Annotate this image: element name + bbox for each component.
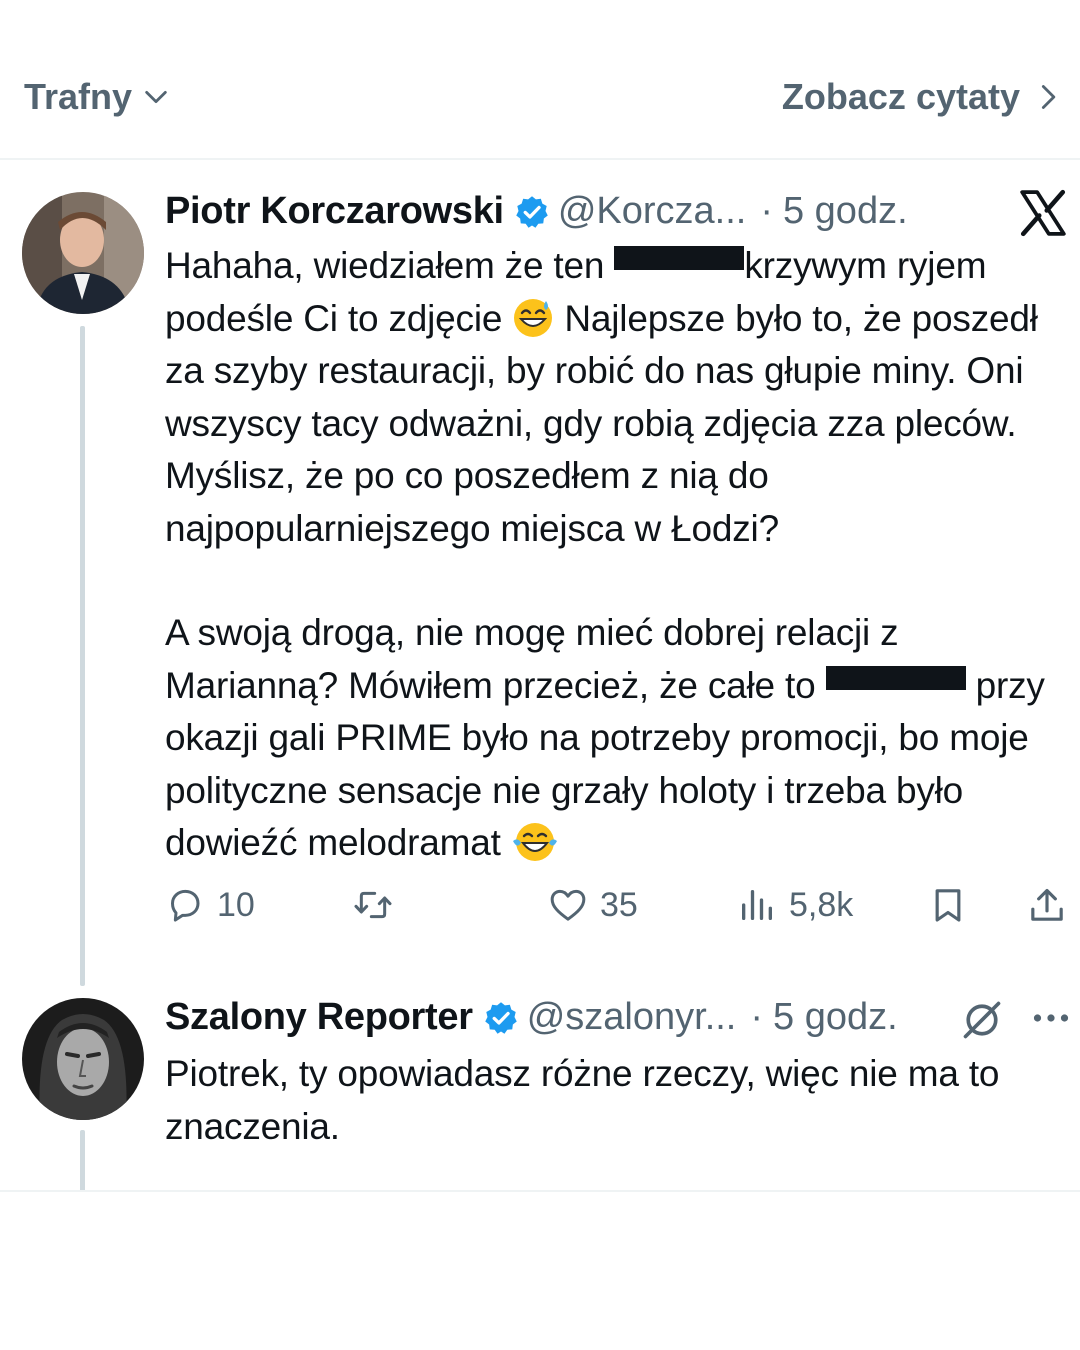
redaction-bar	[614, 246, 745, 270]
author-name[interactable]: Piotr Korczarowski	[165, 190, 504, 233]
separator-dot: ·	[750, 996, 764, 1038]
author-handle[interactable]: @Korcza...	[558, 190, 747, 233]
like-count: 35	[600, 885, 638, 924]
retweet-button[interactable]	[353, 885, 405, 925]
tweet-text-segment: Piotrek, ty opowiadasz różne rzeczy, wię…	[165, 1053, 1000, 1147]
author-handle[interactable]: @szalonyr...	[527, 996, 737, 1039]
like-button[interactable]: 35	[548, 885, 638, 925]
thread-line	[80, 326, 85, 986]
sort-label: Trafny	[24, 76, 133, 117]
retweet-icon	[354, 891, 392, 919]
separator-dot: ·	[760, 190, 773, 232]
reply-count: 10	[217, 885, 255, 924]
more-dots-icon[interactable]	[1030, 1000, 1072, 1036]
chevron-down-icon	[145, 90, 167, 104]
views-button[interactable]: 5,8k	[737, 885, 853, 925]
tweet-text-segment: Hahaha, wiedziałem że ten	[165, 245, 615, 286]
sort-dropdown[interactable]: Trafny	[24, 76, 170, 118]
author-name[interactable]: Szalony Reporter	[165, 996, 473, 1039]
avatar[interactable]	[22, 998, 144, 1120]
redaction-bar	[825, 665, 966, 690]
reply-bubble-icon	[171, 889, 200, 922]
replies-top-bar: Trafny Zobacz cytaty	[0, 0, 1080, 160]
views-bars-icon	[742, 890, 772, 920]
tweet-text-segment: A swoją drogą, nie mogę mieć dobrej rela…	[165, 612, 899, 706]
bookmark-icon	[935, 889, 961, 922]
grinning-sweat-emoji-icon	[514, 298, 553, 337]
tweet-paragraph: A swoją drogą, nie mogę mieć dobrej rela…	[165, 607, 1070, 870]
view-quotes-label: Zobacz cytaty	[781, 76, 1020, 117]
grok-icon[interactable]	[960, 998, 1004, 1042]
avatar-photo	[22, 998, 144, 1120]
divider	[0, 1190, 1080, 1192]
verified-badge-icon	[516, 195, 548, 228]
view-quotes-link[interactable]: Zobacz cytaty	[782, 76, 1062, 118]
views-count: 5,8k	[789, 885, 854, 924]
avatar[interactable]	[22, 192, 144, 314]
verified-badge-icon	[484, 1001, 517, 1034]
timestamp[interactable]: 5 godz.	[783, 190, 908, 233]
tweet-text: Piotrek, ty opowiadasz różne rzeczy, wię…	[165, 1048, 1070, 1153]
avatar-photo	[22, 192, 144, 314]
chevron-right-icon	[1041, 85, 1056, 109]
x-logo-icon	[1020, 189, 1066, 237]
tweet-text: Hahaha, wiedziałem że ten krzywym ryjem …	[165, 240, 1070, 870]
tweet-header: Szalony Reporter @szalonyr... · 5 godz.	[165, 996, 898, 1039]
bookmark-button[interactable]	[928, 885, 968, 925]
timestamp[interactable]: 5 godz.	[773, 996, 898, 1039]
tweet-header: Piotr Korczarowski @Korcza... · 5 godz.	[165, 190, 908, 233]
heart-icon	[550, 889, 586, 921]
share-button[interactable]	[1027, 885, 1067, 925]
reply-button[interactable]: 10	[165, 885, 255, 925]
tears-of-joy-emoji-icon	[512, 823, 557, 861]
share-icon	[1031, 888, 1063, 921]
tweet-actions: 10 35 5,8k	[165, 885, 1075, 937]
thread-line	[80, 1130, 85, 1192]
tweet-paragraph: Hahaha, wiedziałem że ten krzywym ryjem …	[165, 240, 1070, 555]
